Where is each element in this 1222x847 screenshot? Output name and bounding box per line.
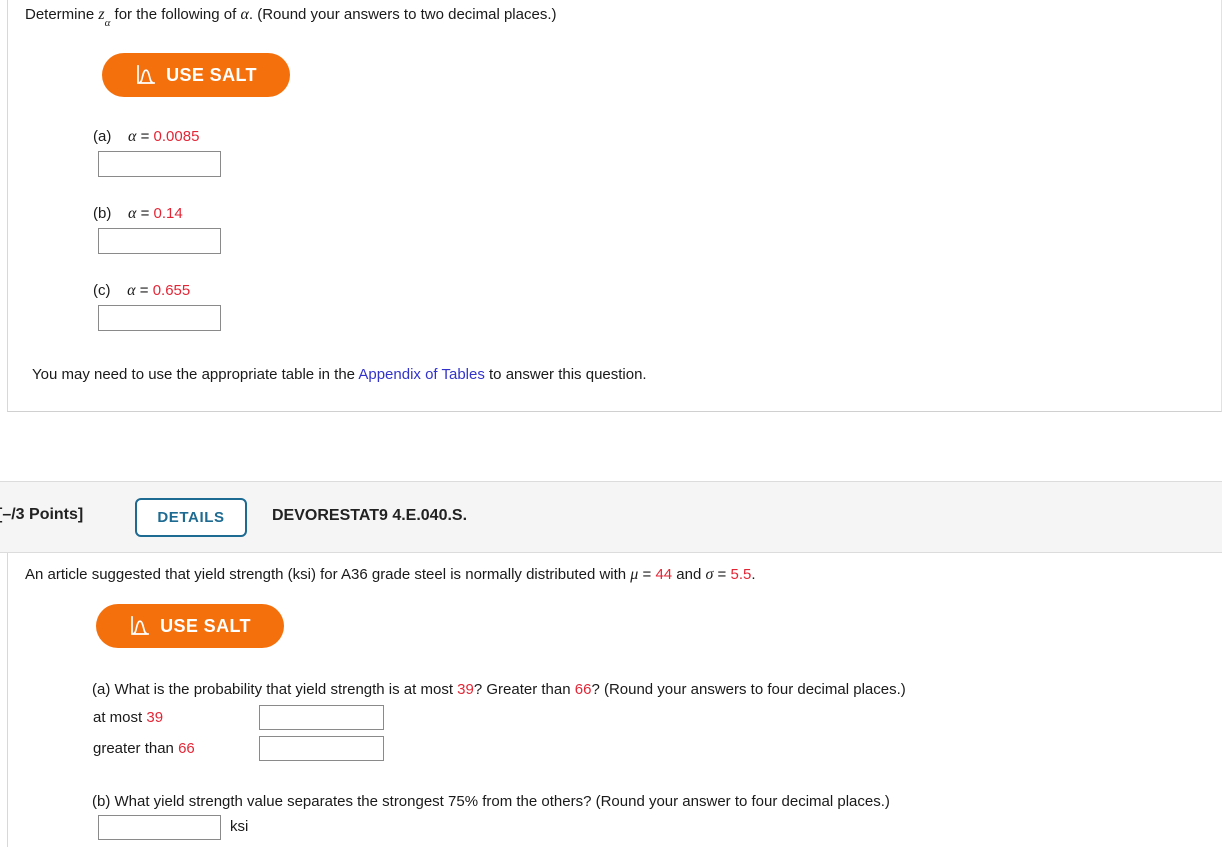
part-a-value: 0.0085 [153,128,200,145]
question1-prompt: Determine zα for the following of α. (Ro… [25,6,557,29]
greater-than-label-prefix: greater than [93,740,179,757]
part-c-answer-input[interactable] [98,305,221,331]
part-a-equals: = [140,128,150,145]
part-b-alpha: α [128,205,137,222]
part-c-value: 0.655 [152,282,191,299]
part-b-value: 0.14 [153,205,183,222]
at-most-label-value: 39 [146,709,164,726]
use-salt-button-2-label: USE SALT [160,615,251,636]
question2-statement: An article suggested that yield strength… [25,566,756,584]
mu-equals: = [638,566,656,583]
sigma-value: 5.5 [730,566,752,583]
part-b-equals: = [140,205,150,222]
question-card-2-body: An article suggested that yield strength… [7,553,1222,847]
part-b-label: (b) α = 0.14 [93,205,183,223]
appendix-note-prefix: You may need to use the appropriate tabl… [32,366,359,383]
part-c-label: (c) α = 0.655 [93,282,190,300]
part-a-tag: (a) [93,128,112,145]
question1-prompt-variable: z [98,6,105,23]
points-label: [–/3 Points] [0,506,84,523]
part-c-alpha: α [127,282,136,299]
q2-part-a-text-2: ? Greater than [473,681,575,698]
q2-part-a-value-1: 39 [457,681,474,698]
appendix-note-suffix: to answer this question. [484,366,647,383]
at-most-answer-input[interactable] [259,705,384,730]
part-b-tag: (b) [93,205,112,222]
normal-curve-icon [129,615,151,637]
question-code: DEVORESTAT9 4.E.040.S. [272,507,468,524]
appendix-note: You may need to use the appropriate tabl… [32,366,647,383]
at-most-label-prefix: at most [93,709,147,726]
statement-and: and [672,566,706,583]
question1-prompt-alpha: α [240,6,249,23]
details-button[interactable]: DETAILS [135,498,247,537]
greater-than-label: greater than 66 [93,740,195,757]
part-a-answer-input[interactable] [98,151,221,177]
q2-part-b-answer-input[interactable] [98,815,221,840]
mu-value: 44 [655,566,673,583]
part-a-alpha: α [128,128,137,145]
part-c-tag: (c) [93,282,111,299]
question1-prompt-suffix: . (Round your answers to two decimal pla… [248,6,557,23]
use-salt-button-1[interactable]: USE SALT [102,53,290,97]
use-salt-button-1-label: USE SALT [166,64,257,85]
question1-prompt-subscript: α [104,17,111,29]
question1-prompt-prefix: Determine [25,6,99,23]
greater-than-label-value: 66 [178,740,195,757]
part-c-equals: = [139,282,149,299]
part-a-label: (a) α = 0.0085 [93,128,199,146]
q2-part-a-text-3: ? (Round your answers to four decimal pl… [591,681,906,698]
part-b-answer-input[interactable] [98,228,221,254]
appendix-of-tables-link[interactable]: Appendix of Tables [358,366,484,383]
at-most-label: at most 39 [93,709,163,726]
normal-curve-icon [135,64,157,86]
q2-part-b-question: (b) What yield strength value separates … [92,793,890,810]
question2-statement-prefix: An article suggested that yield strength… [25,566,631,583]
sigma-equals: = [713,566,731,583]
use-salt-button-2[interactable]: USE SALT [96,604,284,648]
q2-part-a-question: (a) What is the probability that yield s… [92,681,906,698]
statement-end: . [751,566,756,583]
q2-part-a-text-1: (a) What is the probability that yield s… [92,681,458,698]
greater-than-answer-input[interactable] [259,736,384,761]
question-card-1: Determine zα for the following of α. (Ro… [7,0,1222,412]
ksi-unit-label: ksi [230,818,249,835]
question1-prompt-mid: for the following of [110,6,241,23]
q2-part-a-value-2: 66 [574,681,592,698]
